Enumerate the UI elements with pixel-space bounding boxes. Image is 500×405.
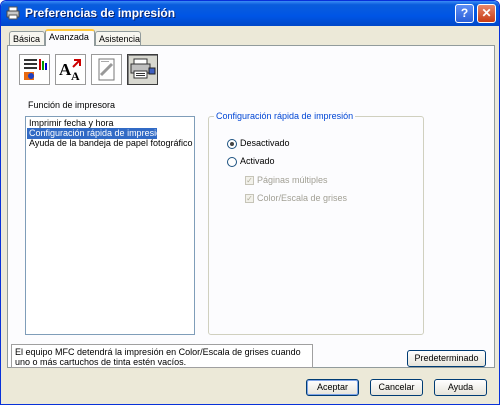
tab-label: Básica	[13, 34, 41, 44]
print-preferences-dialog: Preferencias de impresión ? ✕ Básica Ava…	[0, 0, 500, 405]
printer-function-list[interactable]: Imprimir fecha y hora Configuración rápi…	[25, 116, 195, 335]
help-button[interactable]: Ayuda	[434, 379, 487, 396]
watermark-icon	[98, 58, 115, 81]
svg-text:A: A	[71, 69, 80, 83]
window-title: Preferencias de impresión	[25, 6, 176, 20]
question-icon: ?	[460, 6, 469, 20]
quick-print-group	[208, 116, 424, 335]
title-close-button[interactable]: ✕	[477, 4, 496, 23]
accept-button[interactable]: Aceptar	[306, 379, 359, 396]
device-options-button[interactable]	[127, 54, 158, 85]
tab-asistencia[interactable]: Asistencia	[95, 31, 141, 46]
tab-avanzada[interactable]: Avanzada	[45, 29, 95, 46]
color-settings-button[interactable]	[19, 54, 50, 85]
check-icon: ✓	[246, 176, 253, 185]
watermark-button[interactable]	[91, 54, 122, 85]
cancel-button[interactable]: Cancelar	[370, 379, 423, 396]
tab-label: Asistencia	[99, 34, 141, 44]
scaling-icon: A A	[59, 59, 81, 83]
radio-activado[interactable]	[227, 157, 237, 167]
info-message: El equipo MFC detendrá la impresión en C…	[11, 344, 313, 368]
scaling-button[interactable]: A A	[55, 54, 86, 85]
tab-label: Avanzada	[49, 32, 89, 42]
checkbox-multiple-pages-label: Páginas múltiples	[257, 175, 328, 185]
tab-basica[interactable]: Básica	[9, 31, 45, 46]
printer-icon	[6, 6, 20, 20]
checkbox-color-grayscale-label: Color/Escala de grises	[257, 193, 348, 203]
default-button[interactable]: Predeterminado	[407, 350, 486, 367]
radio-desactivado[interactable]	[227, 139, 237, 149]
check-icon: ✓	[246, 194, 253, 203]
color-icon	[24, 59, 47, 80]
checkbox-color-grayscale[interactable]: ✓	[245, 194, 254, 203]
radio-desactivado-label[interactable]: Desactivado	[240, 138, 290, 148]
checkbox-multiple-pages[interactable]: ✓	[245, 176, 254, 185]
printer-function-label: Función de impresora	[28, 100, 116, 110]
device-options-icon	[130, 58, 156, 79]
close-icon: ✕	[481, 6, 492, 20]
title-bar: Preferencias de impresión ? ✕	[1, 1, 499, 26]
list-item-photo-tray-help[interactable]: Ayuda de la bandeja de papel fotográfico	[27, 138, 192, 149]
title-help-button[interactable]: ?	[455, 4, 474, 23]
radio-selected-dot	[230, 142, 234, 146]
radio-activado-label[interactable]: Activado	[240, 156, 275, 166]
quick-print-group-title: Configuración rápida de impresión	[214, 111, 356, 121]
